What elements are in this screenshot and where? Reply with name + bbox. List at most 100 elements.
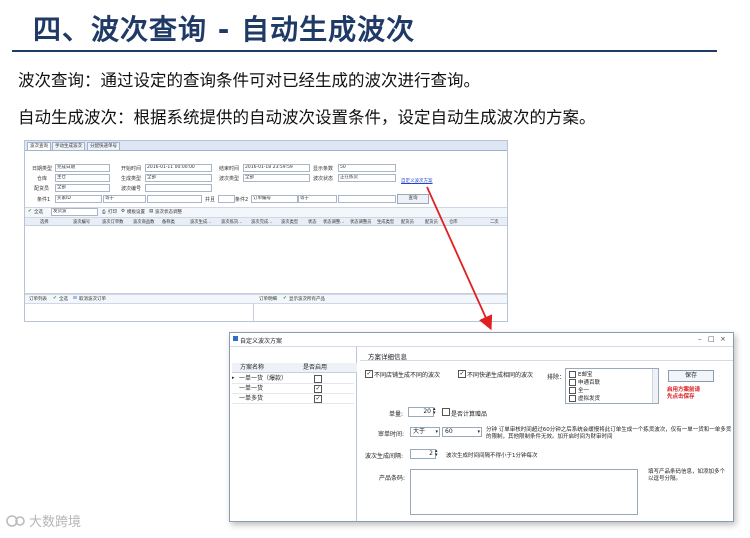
condition2-field-select[interactable]: 订单编号 [251, 195, 298, 203]
audit-op-select[interactable]: 大于 ▾ [410, 427, 440, 437]
col-wave-no[interactable]: 波次编号 [73, 219, 90, 225]
col-wave-orders[interactable]: 波次订单数 [102, 219, 123, 225]
wave-type-label: 波次类型 [219, 176, 240, 182]
scheme-enabled-checkbox[interactable]: ✓ [314, 395, 322, 403]
detail-divider [360, 360, 733, 361]
picker-select[interactable]: 全部 [55, 184, 110, 192]
app-icon [233, 336, 238, 341]
quantity-label: 单量: [389, 411, 404, 418]
audit-op-value: 大于 [413, 428, 426, 435]
tab-wave-query[interactable]: 波次查询 [27, 142, 51, 150]
barcode-textarea[interactable] [410, 469, 638, 515]
close-icon[interactable]: × [720, 335, 726, 343]
wave-status-adjust-button[interactable]: 波次状态调整 [155, 209, 182, 215]
col-secondary[interactable]: 二次 [490, 219, 499, 225]
condition2-op-select[interactable]: 等于 [298, 195, 337, 203]
sent-wave-select[interactable]: 发货波 [51, 208, 98, 216]
wave-status-label: 波次状态 [313, 176, 334, 182]
gen-type-select[interactable]: 全部 [145, 174, 212, 182]
watermark: 大数跨境 [6, 511, 81, 530]
exclude-item-label: 全一 [578, 388, 590, 394]
col-picker-2[interactable]: 配货员 [425, 219, 438, 225]
wave-interval-label: 波次生成间隔: [365, 453, 404, 460]
exclude-item-checkbox[interactable] [569, 387, 576, 394]
save-button[interactable]: 保存 [668, 370, 714, 382]
col-wave-completed[interactable]: 波次完成... [251, 219, 272, 225]
col-category[interactable]: 备称类 [162, 219, 175, 225]
auto-wave-scheme-link[interactable]: 自定义波次方案 [401, 178, 433, 184]
quantity-spin-icon[interactable]: ▴ ▾ [433, 407, 436, 416]
show-all-products-toggle[interactable]: 显示波次所有产品 [289, 296, 325, 302]
cancel-icon: ⊟ [73, 296, 77, 301]
wave-type-select[interactable]: 全部 [243, 174, 310, 182]
date-type-label: 日期类型 [32, 166, 53, 172]
order-select-all-button[interactable]: 全选 [59, 296, 68, 302]
condition1-op-select[interactable]: 等于 [103, 195, 146, 203]
exclude-item-checkbox[interactable] [569, 371, 576, 378]
audit-minutes-select[interactable]: 60 ▾ [442, 427, 482, 437]
wave-interval-stepper[interactable]: 2 [410, 449, 436, 459]
exclude-express-list[interactable]: E邮宝 申通百联 全一 虚拟发货 [565, 368, 659, 404]
scheme-row[interactable]: 一单多货 ✓ [232, 394, 354, 404]
dialog-titlebar [230, 333, 733, 347]
select-all-button[interactable]: 全选 [34, 209, 43, 215]
diff-express-checkbox[interactable]: ✓ [458, 370, 466, 378]
start-time-input[interactable]: 2016-01-11 00:00:00 [145, 164, 212, 172]
query-button[interactable]: 查询 [397, 194, 429, 204]
tab-manual-wave[interactable]: 手动生成波次 [52, 142, 85, 150]
interval-spin-icon[interactable]: ▴ ▾ [435, 449, 438, 458]
wave-toolbar: ✔ 全选 发货波 ⎙ 打印 ⚙ 模板设置 ▤ 波次状态调整 [25, 207, 507, 218]
col-warehouse[interactable]: 仓库 [449, 219, 458, 225]
printer-icon: ⎙ [102, 210, 106, 215]
col-wave-generated[interactable]: 波次生成... [190, 219, 211, 225]
date-type-select[interactable]: 完成日期 [55, 164, 110, 172]
col-gen-type[interactable]: 生成类型 [377, 219, 394, 225]
scheme-row[interactable]: ▸ 一单一货（爆款） [232, 374, 354, 384]
show-count-input[interactable]: 50 [338, 164, 396, 172]
exclude-item-checkbox[interactable] [569, 395, 576, 402]
wave-status-select[interactable]: 正在拣货 [338, 174, 396, 182]
col-status[interactable]: 状态 [308, 219, 317, 225]
condition1-field-select[interactable]: 买家ID [55, 195, 102, 203]
print-button[interactable]: 打印 [108, 209, 117, 215]
count-gift-checkbox[interactable] [442, 408, 450, 416]
wave-no-input[interactable] [145, 184, 212, 192]
col-status-adjuster[interactable]: 状态调整员 [350, 219, 371, 225]
chevron-down-icon: ▾ [477, 429, 480, 435]
gen-type-label: 生成类型 [121, 176, 142, 182]
scheme-enabled-checkbox[interactable]: ✓ [314, 385, 322, 393]
wave-grid-header: 选择 波次编号 波次订单数 波次商品数 备称类 波次生成... 波次拣货... … [25, 218, 507, 226]
col-select[interactable]: 选择 [40, 219, 49, 225]
cancel-wave-order-button[interactable]: 取消波次订单 [79, 296, 106, 302]
maximize-icon[interactable]: □ [708, 335, 715, 343]
scheme-detail-panel: 方案详细信息 ✓ 不同店铺生成不同的波次 ✓ 不同快递生成相同的波次 排除： E… [360, 347, 733, 521]
col-wave-type[interactable]: 波次类型 [281, 219, 298, 225]
audit-minutes-value: 60 [445, 428, 453, 435]
show-count-label: 显示条数 [313, 166, 334, 172]
quantity-stepper[interactable]: 20 [408, 407, 434, 417]
col-wave-products[interactable]: 波次商品数 [133, 219, 154, 225]
scheme-enabled-checkbox[interactable] [314, 375, 322, 383]
col-status-adjust[interactable]: 状态调整... [323, 219, 344, 225]
exclude-item-checkbox[interactable] [569, 379, 576, 386]
list-scrollbar[interactable] [652, 369, 658, 403]
tab-assign-tracking[interactable]: 分配快递单号 [87, 142, 120, 150]
diff-express-label: 不同快递生成相同的波次 [467, 372, 534, 379]
diff-shop-checkbox[interactable]: ✓ [365, 370, 373, 378]
slide-title: 四、波次查询 - 自动生成波次 [33, 13, 416, 46]
end-time-label: 结束时间 [219, 166, 240, 172]
col-wave-picking[interactable]: 波次拣货... [221, 219, 242, 225]
condition1-value-input[interactable] [147, 195, 202, 203]
end-time-input[interactable]: 2016-01-18 23:59:59 [243, 164, 310, 172]
col-picker[interactable]: 配货员 [401, 219, 414, 225]
dialog-title: 自定义波次方案 [240, 338, 283, 345]
condition2-value-input[interactable] [338, 195, 396, 203]
and-label: 并且 [205, 197, 216, 203]
template-settings-button[interactable]: 模板设置 [127, 209, 145, 215]
watermark-text: 大数跨境 [29, 515, 82, 530]
wave-query-window: 波次查询 手动生成波次 分配快递单号 日期类型 完成日期 开始时间 2016-0… [24, 140, 508, 322]
scheme-row[interactable]: 一单一货 ✓ [232, 384, 354, 394]
warehouse-select[interactable]: 主仓 [55, 174, 110, 182]
minimize-icon[interactable]: – [698, 335, 702, 343]
and-select[interactable] [218, 195, 235, 203]
